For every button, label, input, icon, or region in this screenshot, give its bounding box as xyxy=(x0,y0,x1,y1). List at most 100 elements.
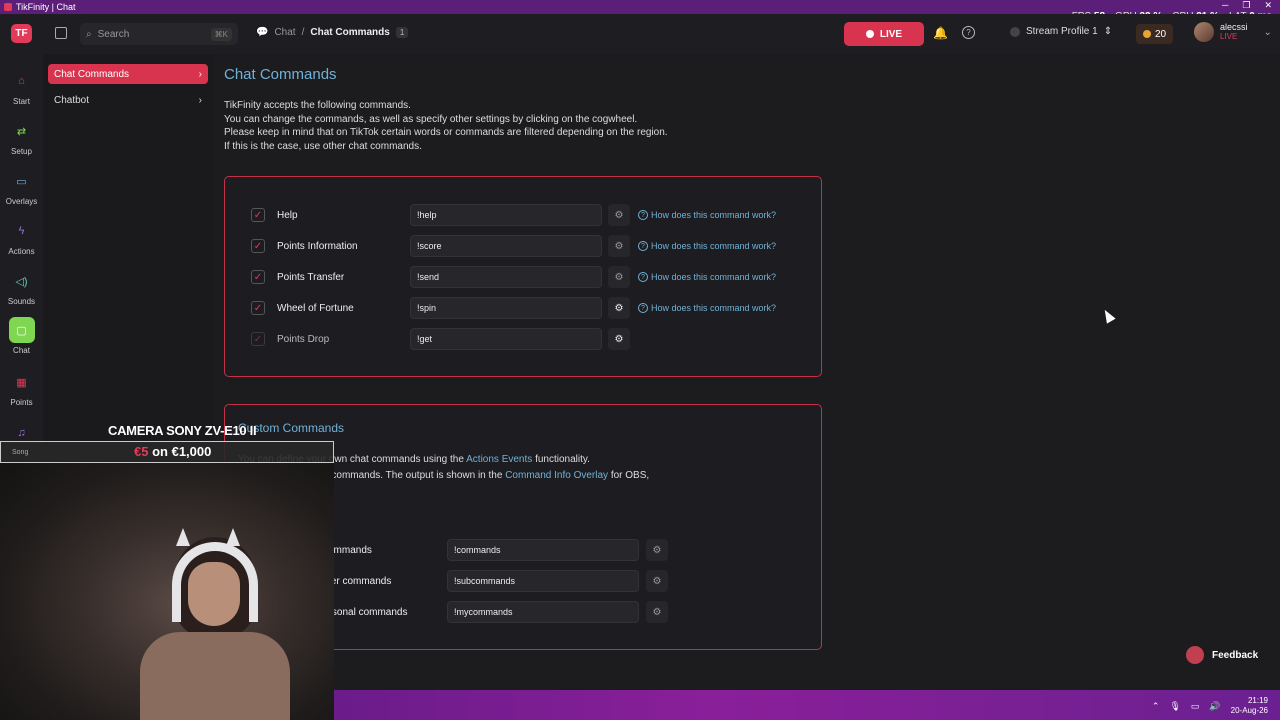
help-icon[interactable]: ? xyxy=(962,26,975,39)
avatar xyxy=(1194,22,1214,42)
breadcrumb-badge: 1 xyxy=(395,27,409,38)
gear-icon[interactable]: ⚙ xyxy=(608,266,630,288)
close-icon[interactable]: ✕ xyxy=(1264,0,1272,11)
nav-item-sounds[interactable]: ◁) Sounds xyxy=(0,268,43,307)
gear-icon[interactable]: ⚙ xyxy=(608,204,630,226)
nav-item-start[interactable]: ⌂ Start xyxy=(0,68,43,106)
enable-checkbox[interactable]: ✓ xyxy=(251,239,265,253)
command-name: ersonal commands xyxy=(323,607,408,618)
song-label: Song xyxy=(12,449,29,456)
gear-icon[interactable]: ⚙ xyxy=(646,570,668,592)
intro-text: TikFinity accepts the following commands… xyxy=(224,100,668,152)
command-name: Points Drop xyxy=(277,333,330,345)
question-icon: ? xyxy=(638,241,648,251)
minimize-icon[interactable]: ─ xyxy=(1222,0,1228,11)
sidebar-toggle-icon[interactable] xyxy=(55,27,67,39)
command-row-help: ✓ Help !help ⚙ ? How does this command wo… xyxy=(251,203,811,227)
subnav-item-chatbot[interactable]: Chatbot › xyxy=(48,90,208,110)
sub-nav: Chat Commands › Chatbot › xyxy=(43,54,214,444)
search-placeholder: Search xyxy=(97,28,130,40)
gear-icon[interactable]: ⚙ xyxy=(646,601,668,623)
main-content: Chat Commands TikFinity accepts the foll… xyxy=(214,54,1280,690)
command-row-points-transfer: ✓ Points Transfer !send ⚙ ? How does this… xyxy=(251,265,811,289)
command-input[interactable]: !spin xyxy=(410,297,602,319)
main-nav: ⌂ Start ⇄ Setup ▭ Overlays ϟ Actions ◁) … xyxy=(0,54,43,444)
enable-checkbox[interactable]: ✓ xyxy=(251,332,265,346)
breadcrumb-separator: / xyxy=(301,27,305,38)
commands-card: ✓ Help !help ⚙ ? How does this command wo… xyxy=(224,176,822,377)
nav-item-chat[interactable]: ▢ Chat xyxy=(0,317,43,355)
actions-events-link[interactable]: Actions Events xyxy=(466,454,532,465)
question-icon: ? xyxy=(638,272,648,282)
how-it-works-link[interactable]: ? How does this command work? xyxy=(638,210,776,220)
gear-icon[interactable]: ⚙ xyxy=(608,297,630,319)
stream-profile-selector[interactable]: Stream Profile 1 ⇕ xyxy=(1010,26,1112,37)
price-text: €5 on €1,000 xyxy=(134,444,212,459)
user-name: alecssi xyxy=(1220,22,1248,32)
user-status: LIVE xyxy=(1220,32,1238,41)
chevron-right-icon: › xyxy=(198,68,202,80)
command-input[interactable]: !send xyxy=(410,266,602,288)
bell-icon[interactable]: 🔔 xyxy=(933,26,948,40)
breadcrumb-parent[interactable]: Chat xyxy=(274,27,295,38)
nav-item-setup[interactable]: ⇄ Setup xyxy=(0,118,43,157)
command-info-overlay-link[interactable]: Command Info Overlay xyxy=(505,470,608,481)
coins-badge[interactable]: 20 xyxy=(1136,24,1174,44)
mic-icon[interactable]: 🎙 xyxy=(1169,701,1180,712)
tikfinity-logo[interactable]: TF xyxy=(11,24,32,43)
nav-item-overlays[interactable]: ▭ Overlays xyxy=(0,168,43,207)
how-it-works-link[interactable]: ? How does this command work? xyxy=(638,241,776,251)
command-input[interactable]: !help xyxy=(410,204,602,226)
home-icon: ⌂ xyxy=(18,75,25,87)
search-icon: ⌕ xyxy=(86,28,92,40)
clock[interactable]: 21:19 20-Aug-26 xyxy=(1231,696,1268,716)
top-bar: TF ⌕ Search ⌘K 💬 Chat / Chat Commands 1 … xyxy=(0,14,1280,54)
coin-icon xyxy=(1143,30,1151,38)
live-label: LIVE xyxy=(879,28,903,40)
enable-checkbox[interactable]: ✓ xyxy=(251,270,265,284)
enable-checkbox[interactable]: ✓ xyxy=(251,208,265,222)
points-icon: ▦ xyxy=(16,376,27,389)
command-input[interactable]: !subcommands xyxy=(447,570,639,592)
nav-item-actions[interactable]: ϟ Actions xyxy=(0,218,43,256)
volume-icon[interactable]: 🔊 xyxy=(1209,701,1220,712)
command-input[interactable]: !get xyxy=(410,328,602,350)
stream-promo-overlay: CAMERA SONY ZV-E10 II Song €5 on €1,000 xyxy=(0,421,334,463)
webcam-overlay xyxy=(0,462,334,720)
system-tray: ⌃ 🎙 ▭ 🔊 21:19 20-Aug-26 xyxy=(1152,696,1268,716)
live-dot-icon xyxy=(865,30,874,38)
display-icon[interactable]: ▭ xyxy=(1191,701,1200,712)
command-input[interactable]: !score xyxy=(410,235,602,257)
user-menu[interactable]: alecssi LIVE ⌄ xyxy=(1194,22,1272,42)
search-input[interactable]: ⌕ Search ⌘K xyxy=(80,23,238,45)
chevron-updown-icon: ⇕ xyxy=(1103,26,1113,37)
feedback-button[interactable]: Feedback xyxy=(1186,646,1258,664)
command-row-points-information: ✓ Points Information !score ⚙ ? How does … xyxy=(251,234,811,258)
chevron-down-icon: ⌄ xyxy=(1263,26,1272,38)
command-name: Wheel of Fortune xyxy=(277,302,354,314)
enable-checkbox[interactable]: ✓ xyxy=(251,301,265,315)
nav-item-points[interactable]: ▦ Points xyxy=(0,369,43,408)
app-icon xyxy=(4,3,12,11)
speaker-icon: ◁) xyxy=(15,275,28,288)
command-name: Help xyxy=(277,209,298,221)
window-title: TikFinity | Chat xyxy=(16,2,76,12)
coins-count: 20 xyxy=(1155,28,1167,40)
command-input[interactable]: !mycommands xyxy=(447,601,639,623)
breadcrumb-current: Chat Commands xyxy=(310,27,390,38)
gear-icon[interactable]: ⚙ xyxy=(646,539,668,561)
gear-icon[interactable]: ⚙ xyxy=(608,328,630,350)
gear-icon[interactable]: ⚙ xyxy=(608,235,630,257)
subnav-item-chat-commands[interactable]: Chat Commands › xyxy=(48,64,208,84)
live-button[interactable]: LIVE xyxy=(844,22,924,46)
how-it-works-link[interactable]: ? How does this command work? xyxy=(638,303,776,313)
command-name: Points Transfer xyxy=(277,271,345,283)
monitor-icon: ▭ xyxy=(16,175,27,188)
sliders-icon: ⇄ xyxy=(16,125,27,138)
command-input[interactable]: !commands xyxy=(447,539,639,561)
how-it-works-link[interactable]: ? How does this command work? xyxy=(638,272,776,282)
chat-icon: ▢ xyxy=(8,317,35,343)
chevron-up-icon[interactable]: ⌃ xyxy=(1152,701,1160,712)
restore-icon[interactable]: ❐ xyxy=(1242,0,1250,11)
profile-icon xyxy=(1010,26,1020,37)
